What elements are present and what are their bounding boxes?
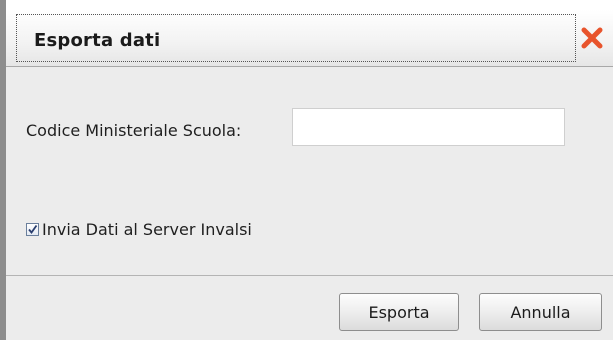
dialog-titlebar[interactable]: Esporta dati [6,10,613,67]
close-icon[interactable] [579,25,605,51]
footer-divider [6,275,613,276]
send-invalsi-option[interactable]: Invia Dati al Server Invalsi [26,219,252,239]
school-code-input[interactable] [292,108,565,146]
page: Esporta dati Codice Ministeriale Scuola:… [0,0,613,340]
export-button[interactable]: Esporta [339,293,459,331]
send-invalsi-checkbox[interactable] [26,222,39,236]
export-dialog: Esporta dati Codice Ministeriale Scuola:… [6,10,613,340]
send-invalsi-label: Invia Dati al Server Invalsi [42,219,252,239]
cancel-button[interactable]: Annulla [479,293,602,331]
dialog-title: Esporta dati [34,30,161,51]
checkmark-icon [28,224,38,234]
school-code-label: Codice Ministeriale Scuola: [26,121,242,140]
